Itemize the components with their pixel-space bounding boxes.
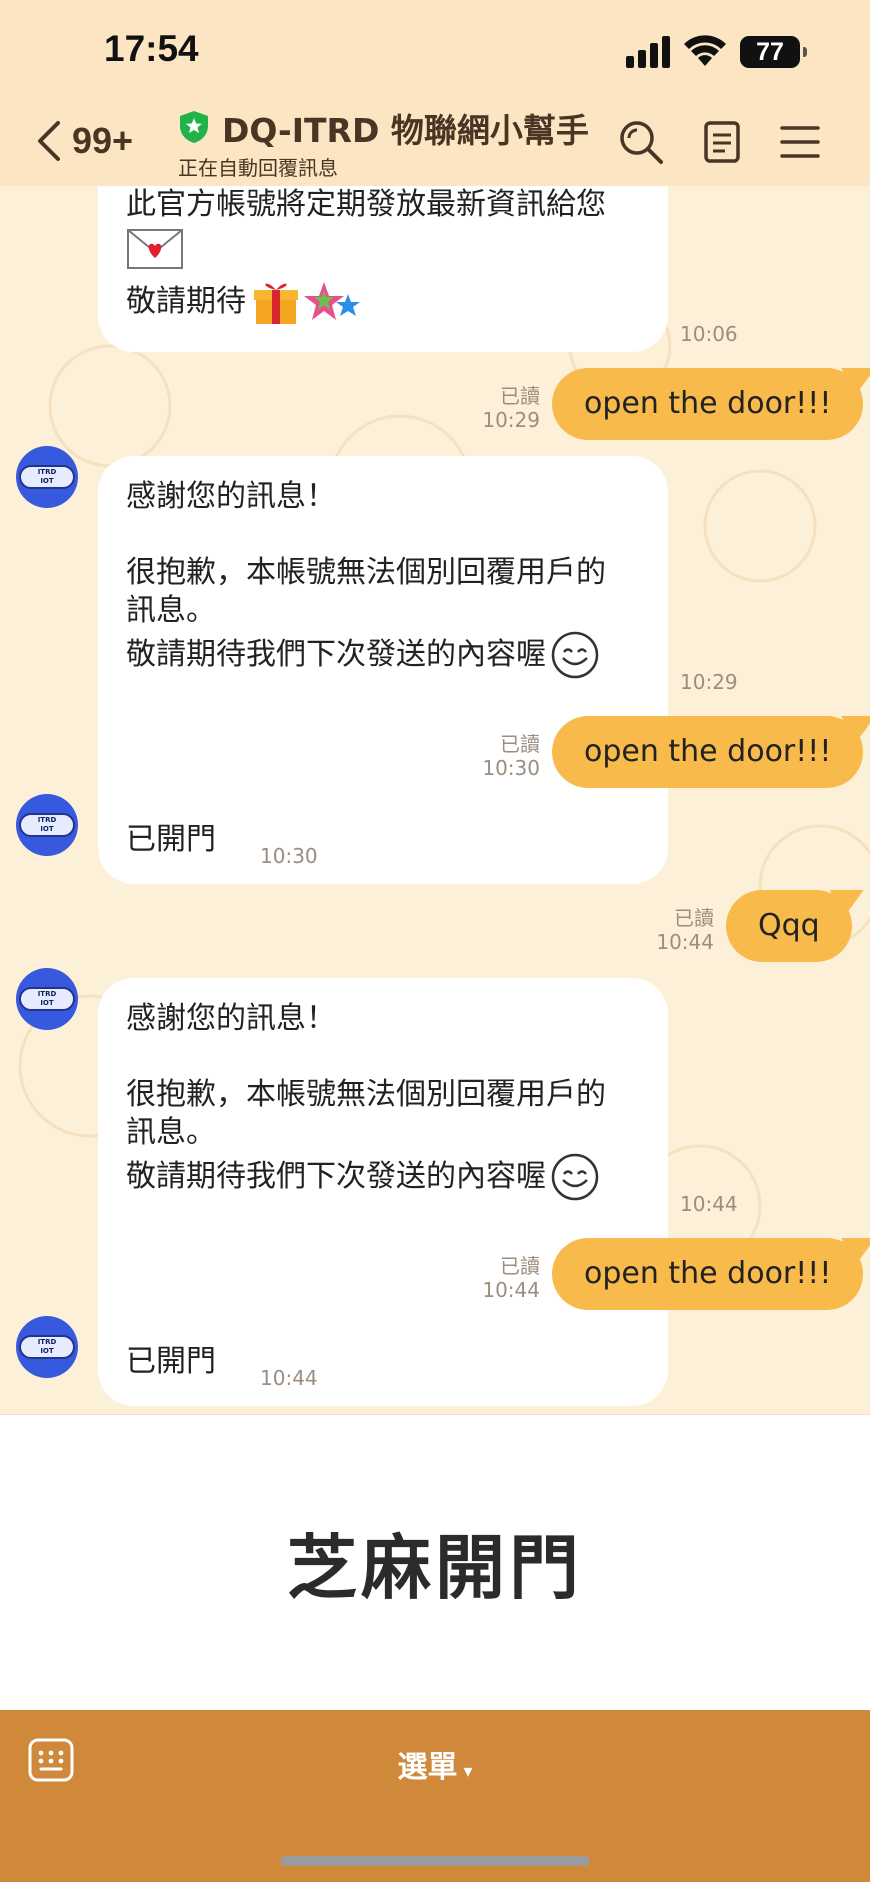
wifi-icon <box>684 35 726 66</box>
message-text: 此官方帳號將定期發放最新資訊給您 <box>126 187 606 222</box>
chat-area[interactable]: 此官方帳號將定期發放最新資訊給您 敬請期待 10:06 已讀 10:29 ope… <box>0 186 870 1414</box>
chat-header: 99+ DQ-ITRD 物聯網小幫手 正在自動回覆訊息 <box>0 100 870 186</box>
message-text: 感謝您的訊息！ <box>126 479 336 514</box>
message-receipt: 已讀 10:30 <box>480 732 540 780</box>
menu-label: 選單 <box>397 1750 458 1785</box>
incoming-message-bubble[interactable]: 此官方帳號將定期發放最新資訊給您 敬請期待 <box>98 186 668 352</box>
gift-icon <box>254 283 298 324</box>
status-bar: 17:54 77 <box>0 0 870 100</box>
chat-title: DQ-ITRD 物聯網小幫手 <box>222 111 589 150</box>
menu-toggle-button[interactable]: 選單 ▾ <box>0 1742 870 1786</box>
message-time: 10:44 <box>656 930 714 954</box>
outgoing-message-bubble[interactable]: open the door!!! <box>552 368 864 440</box>
avatar[interactable]: ITRD IOT <box>16 446 78 508</box>
chat-subtitle: 正在自動回覆訊息 <box>178 156 338 180</box>
message-time: 10:30 <box>482 756 540 780</box>
avatar-logo: ITRD IOT <box>19 813 75 837</box>
message-text: 敬請期待我們下次發送的內容喔 <box>126 1159 546 1194</box>
message-time: 10:30 <box>260 844 318 868</box>
rich-menu-open-door-button[interactable]: 芝麻開門 <box>0 1414 870 1710</box>
verified-shield-icon <box>180 111 208 143</box>
read-receipt: 已讀 <box>500 1254 540 1278</box>
back-button[interactable]: 99+ <box>34 118 133 164</box>
incoming-message-bubble[interactable]: 已開門 <box>98 804 244 876</box>
message-text: 很抱歉，本帳號無法個別回覆用戶的 <box>126 1077 606 1112</box>
smiley-emoji-icon <box>551 631 599 679</box>
avatar[interactable]: ITRD IOT <box>16 968 78 1030</box>
message-text: 訊息。 <box>126 1115 216 1150</box>
outgoing-message-bubble[interactable]: open the door!!! <box>552 1238 864 1310</box>
avatar-logo: ITRD IOT <box>19 465 75 489</box>
message-time: 10:29 <box>482 408 540 432</box>
notes-icon[interactable] <box>698 118 746 166</box>
status-time: 17:54 <box>104 28 199 69</box>
avatar-logo: ITRD IOT <box>19 987 75 1011</box>
smiley-emoji-icon <box>551 1153 599 1201</box>
message-text: 訊息。 <box>126 593 216 628</box>
avatar[interactable]: ITRD IOT <box>16 794 78 856</box>
avatar-logo: ITRD IOT <box>19 1335 75 1359</box>
read-receipt: 已讀 <box>500 732 540 756</box>
message-receipt: 已讀 10:44 <box>654 906 714 954</box>
bottom-bar: 選單 ▾ <box>0 1710 870 1882</box>
message-text: 敬請期待我們下次發送的內容喔 <box>126 637 546 672</box>
home-indicator[interactable] <box>280 1856 590 1866</box>
message-text: 敬請期待 <box>126 284 246 319</box>
outgoing-message-bubble[interactable]: open the door!!! <box>552 716 864 788</box>
incoming-message-bubble[interactable]: 已開門 <box>98 1326 244 1398</box>
battery-indicator: 77 <box>740 36 807 68</box>
rich-menu-label: 芝麻開門 <box>287 1526 583 1609</box>
message-time: 10:44 <box>680 1192 738 1216</box>
stars-icon <box>304 282 360 320</box>
love-letter-icon <box>127 229 183 269</box>
message-time: 10:44 <box>482 1278 540 1302</box>
message-time: 10:29 <box>680 670 738 694</box>
message-receipt: 已讀 10:29 <box>480 384 540 432</box>
caret-down-icon: ▾ <box>463 1761 473 1782</box>
menu-icon[interactable] <box>776 118 824 166</box>
message-time: 10:44 <box>260 1366 318 1390</box>
message-text: 很抱歉，本帳號無法個別回覆用戶的 <box>126 555 606 590</box>
chevron-left-icon <box>38 121 60 161</box>
message-receipt: 已讀 10:44 <box>480 1254 540 1302</box>
read-receipt: 已讀 <box>500 384 540 408</box>
read-receipt: 已讀 <box>674 906 714 930</box>
top-bar: 17:54 77 99+ DQ-ITRD 物聯網小幫手 正在自動回覆訊息 <box>0 0 870 186</box>
search-icon[interactable] <box>617 118 665 166</box>
message-text: 感謝您的訊息！ <box>126 1001 336 1036</box>
message-time: 10:06 <box>680 322 738 346</box>
cellular-signal-icon <box>626 36 672 68</box>
outgoing-message-bubble[interactable]: Qqq <box>726 890 852 962</box>
unread-count: 99+ <box>72 120 134 161</box>
avatar[interactable]: ITRD IOT <box>16 1316 78 1378</box>
